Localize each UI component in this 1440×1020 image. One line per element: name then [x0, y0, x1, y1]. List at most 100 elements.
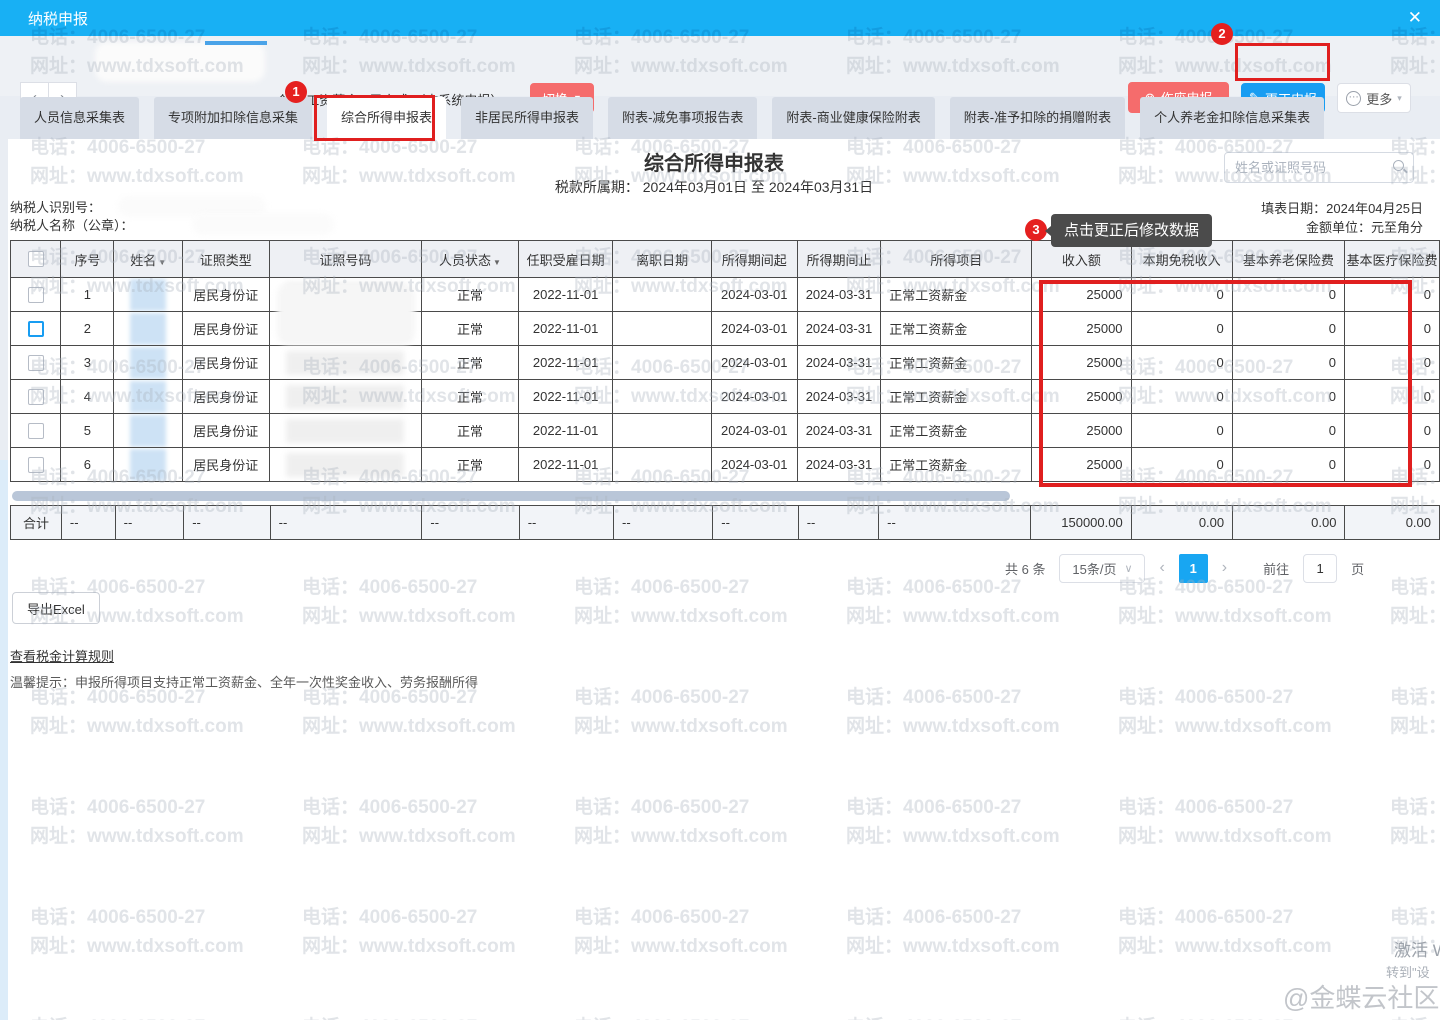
- total-cell-medical: 0.00: [1345, 506, 1440, 540]
- column-header-period_start: 所得期间起: [711, 241, 797, 278]
- more-button[interactable]: ⋯ 更多 ▾: [1337, 83, 1411, 113]
- activate-windows-subtext: 转到"设: [1386, 962, 1430, 981]
- row-checkbox[interactable]: [28, 287, 44, 303]
- total-cell-leave_date: --: [614, 506, 713, 540]
- cell-period_start: 2024-03-01: [711, 414, 797, 448]
- cell-period_end: 2024-03-31: [797, 278, 881, 312]
- row-checkbox[interactable]: [28, 423, 44, 439]
- cell-period_end: 2024-03-31: [797, 312, 881, 346]
- redacted-logo-accent: [205, 41, 267, 45]
- tab-special-deduction[interactable]: 专项附加扣除信息采集: [154, 97, 312, 139]
- more-button-label: 更多: [1366, 89, 1392, 108]
- horizontal-scrollbar[interactable]: [12, 491, 1010, 501]
- table-row: 4居民身份证正常2022-11-012024-03-012024-03-31正常…: [11, 380, 1440, 414]
- cell-leave_date: [613, 448, 711, 482]
- cell-checkbox[interactable]: [11, 278, 61, 312]
- sort-caret-icon[interactable]: ▼: [158, 258, 166, 267]
- cell-checkbox[interactable]: [11, 448, 61, 482]
- watermark-phone: 电话：4006-6500-27: [846, 22, 1021, 36]
- annotation-step-2: 2: [1211, 23, 1233, 45]
- cell-no: 2: [61, 312, 114, 346]
- column-header-checkbox[interactable]: [11, 241, 61, 278]
- cell-cert_type: 居民身份证: [182, 414, 269, 448]
- column-header-cert_type: 证照类型: [182, 241, 269, 278]
- pagination: 共 6 条 15条/页 ∨ ‹ 1 › 前往 页: [1005, 552, 1364, 584]
- total-cell-no: --: [61, 506, 115, 540]
- cell-status: 正常: [422, 278, 519, 312]
- cell-name: [114, 448, 182, 482]
- sort-caret-icon[interactable]: ▼: [493, 258, 501, 267]
- fill-date: 填表日期：2024年04月25日: [1261, 198, 1423, 217]
- page-unit-label: 页: [1351, 559, 1364, 578]
- search-input[interactable]: [1235, 153, 1385, 182]
- table-header-row: 序号姓名▼证照类型证照号码人员状态▼任职受雇日期离职日期所得期间起所得期间止所得…: [11, 241, 1440, 278]
- redacted-cert-numbers: [277, 283, 415, 345]
- amount-unit: 金额单位：元至角分: [1306, 217, 1423, 236]
- tab-comprehensive-income[interactable]: 综合所得申报表: [327, 97, 446, 139]
- total-cell-income: 150000.00: [1030, 506, 1131, 540]
- page-number-1[interactable]: 1: [1179, 554, 1208, 583]
- redacted-name: [130, 381, 166, 413]
- close-icon[interactable]: ✕: [1408, 8, 1422, 28]
- total-cell-period_end: --: [798, 506, 878, 540]
- cell-no: 3: [61, 346, 114, 380]
- cell-item: 正常工资薪金: [881, 278, 1032, 312]
- tab-non-resident[interactable]: 非居民所得申报表: [461, 97, 593, 139]
- export-excel-button[interactable]: 导出Excel: [12, 592, 100, 624]
- cell-cert_type: 居民身份证: [182, 278, 269, 312]
- cell-name: [114, 278, 182, 312]
- tax-rule-link[interactable]: 查看税金计算规则: [10, 646, 114, 665]
- cell-name: [114, 312, 182, 346]
- tab-pension-deduction[interactable]: 个人养老金扣除信息采集表: [1140, 97, 1324, 139]
- row-checkbox[interactable]: [28, 457, 44, 473]
- total-cell-pension: 0.00: [1233, 506, 1345, 540]
- activate-windows-text: 激活 W: [1394, 936, 1440, 961]
- tab-reduction-report[interactable]: 附表-减免事项报告表: [608, 97, 757, 139]
- tooltip-correction-hint: 点击更正后修改数据: [1051, 214, 1212, 247]
- cell-status: 正常: [422, 312, 519, 346]
- row-checkbox[interactable]: [28, 389, 44, 405]
- tab-health-insurance[interactable]: 附表-商业健康保险附表: [772, 97, 934, 139]
- cell-cert_no: [269, 380, 421, 414]
- cell-income: 25000: [1032, 414, 1131, 448]
- total-cell-item: --: [879, 506, 1031, 540]
- redacted-cert_no: [286, 385, 404, 409]
- row-checkbox[interactable]: [28, 355, 44, 371]
- select-all-checkbox[interactable]: [28, 251, 44, 267]
- column-header-name[interactable]: 姓名▼: [114, 241, 182, 278]
- income-table: 序号姓名▼证照类型证照号码人员状态▼任职受雇日期离职日期所得期间起所得期间止所得…: [10, 240, 1440, 482]
- redacted-name: [130, 279, 166, 311]
- row-checkbox[interactable]: [28, 321, 44, 337]
- tab-personnel-info[interactable]: 人员信息采集表: [20, 97, 139, 139]
- redacted-name: [130, 449, 166, 481]
- search-icon[interactable]: [1393, 160, 1404, 171]
- more-icon: ⋯: [1346, 91, 1361, 106]
- cell-medical: 0: [1345, 448, 1440, 482]
- next-page-button[interactable]: ›: [1222, 559, 1227, 577]
- window-left-edge: [0, 460, 8, 1020]
- cell-hire_date: 2022-11-01: [518, 448, 613, 482]
- cell-medical: 0: [1345, 312, 1440, 346]
- chevron-down-icon: ▾: [1397, 93, 1402, 104]
- total-cell-hire_date: --: [519, 506, 613, 540]
- page-size-select[interactable]: 15条/页 ∨: [1059, 554, 1145, 583]
- total-cell-checkbox: 合计: [11, 506, 62, 540]
- prev-page-button[interactable]: ‹: [1159, 559, 1164, 577]
- cell-status: 正常: [422, 448, 519, 482]
- column-header-leave_date: 离职日期: [613, 241, 711, 278]
- cell-checkbox[interactable]: [11, 414, 61, 448]
- cell-checkbox[interactable]: [11, 312, 61, 346]
- tab-donation[interactable]: 附表-准予扣除的捐赠附表: [950, 97, 1125, 139]
- cell-status: 正常: [422, 414, 519, 448]
- cell-pension: 0: [1232, 448, 1344, 482]
- goto-page-input[interactable]: [1303, 554, 1337, 583]
- cell-name: [114, 414, 182, 448]
- cell-checkbox[interactable]: [11, 380, 61, 414]
- goto-label: 前往: [1263, 559, 1289, 578]
- cell-cert_type: 居民身份证: [182, 346, 269, 380]
- column-header-status[interactable]: 人员状态▼: [422, 241, 519, 278]
- cell-checkbox[interactable]: [11, 346, 61, 380]
- redacted-taxpayer-name: [192, 213, 334, 235]
- tab-bar: 人员信息采集表专项附加扣除信息采集综合所得申报表非居民所得申报表附表-减免事项报…: [20, 97, 1324, 139]
- column-header-medical: 基本医疗保险费: [1345, 241, 1440, 278]
